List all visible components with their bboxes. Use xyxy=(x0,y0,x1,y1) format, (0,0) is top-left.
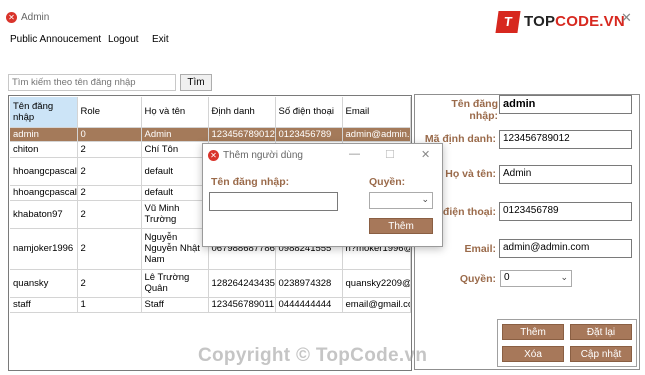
dialog-app-icon: ✕ xyxy=(208,150,219,161)
window-close-button[interactable]: ✕ xyxy=(621,10,632,26)
column-header-phone[interactable]: Số điện thoại xyxy=(275,97,343,128)
id-field[interactable]: 123456789012 xyxy=(499,130,632,149)
reset-button[interactable]: Đặt lại xyxy=(570,324,632,340)
app-icon: ✕ xyxy=(6,12,17,23)
fullname-field[interactable]: Admin xyxy=(499,165,632,184)
chevron-down-icon: ⌄ xyxy=(421,194,429,204)
dialog-username-label: Tên đăng nhập: xyxy=(211,176,290,188)
column-header-id[interactable]: Định danh xyxy=(208,97,276,128)
table-row[interactable]: staff 1 Staff 123456789011 0444444444 email… xyxy=(10,297,411,313)
delete-button[interactable]: Xóa xyxy=(502,346,564,362)
add-user-dialog: ✕ Thêm người dùng — ☐ ✕ Tên đăng nhập: Q… xyxy=(202,143,443,247)
username-label: Tên đăng nhập: xyxy=(451,98,498,122)
dialog-role-label: Quyền: xyxy=(369,176,406,188)
username-field[interactable]: admin xyxy=(499,95,632,114)
dialog-role-select[interactable]: ⌄ xyxy=(369,192,433,209)
dialog-minimize-button[interactable]: — xyxy=(349,148,360,160)
chevron-down-icon: ⌄ xyxy=(560,272,568,282)
role-label: Quyền: xyxy=(459,273,496,285)
phone-field[interactable]: 0123456789 xyxy=(499,202,632,221)
search-input[interactable] xyxy=(8,74,176,91)
role-select[interactable]: 0 ⌄ xyxy=(500,270,572,287)
menu-exit[interactable]: Exit xyxy=(152,34,169,45)
dialog-title: Thêm người dùng xyxy=(223,150,303,161)
column-header-fullname[interactable]: Họ và tên xyxy=(141,97,209,128)
column-header-username[interactable]: Tên đăng nhập xyxy=(10,97,78,128)
menu-bar: Public Annoucement Logout Exit xyxy=(0,31,645,48)
dialog-maximize-button[interactable]: ☐ xyxy=(385,148,395,161)
dialog-close-button[interactable]: ✕ xyxy=(421,148,430,161)
logo-mark: T xyxy=(495,11,521,33)
search-button[interactable]: Tìm xyxy=(180,74,212,91)
column-header-role[interactable]: Role xyxy=(77,97,142,128)
title-bar: ✕ Admin T TOPCODE.VN ✕ xyxy=(0,0,645,33)
column-header-email[interactable]: Email xyxy=(342,97,411,128)
dialog-username-field[interactable] xyxy=(209,192,338,211)
email-field[interactable]: admin@admin.com xyxy=(499,239,632,258)
table-header: Tên đăng nhập Role Họ và tên Định danh S… xyxy=(10,97,411,128)
table-row[interactable]: admin 0 Admin 123456789012 0123456789 admin… xyxy=(10,127,411,142)
role-select-value: 0 xyxy=(504,272,510,283)
dialog-add-button[interactable]: Thêm xyxy=(369,218,433,234)
update-button[interactable]: Cập nhật xyxy=(570,346,632,362)
window-title: Admin xyxy=(21,12,50,23)
menu-logout[interactable]: Logout xyxy=(108,34,139,45)
logo-text: TOPCODE.VN xyxy=(524,13,625,30)
add-button[interactable]: Thêm xyxy=(502,324,564,340)
menu-public-announcement[interactable]: Public Annoucement xyxy=(10,34,101,45)
table-row[interactable]: quansky 2 Lê Trường Quân 128264243435 0238… xyxy=(10,269,411,298)
copyright-watermark: Copyright © TopCode.vn xyxy=(198,345,428,366)
